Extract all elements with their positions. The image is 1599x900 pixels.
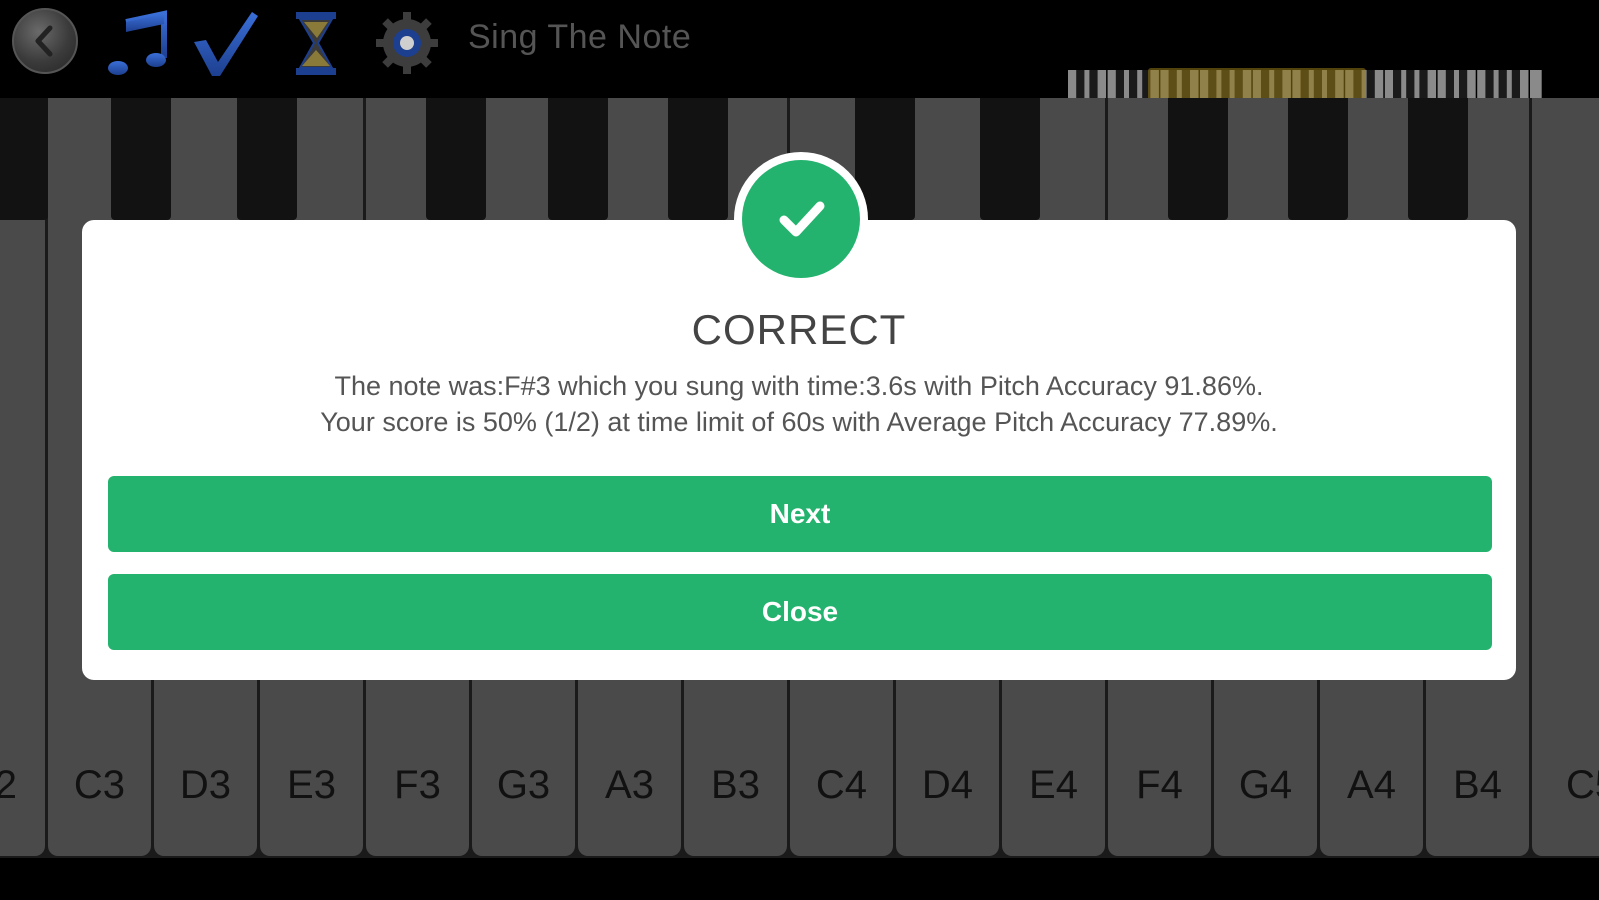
piano-black-key[interactable] [548, 98, 608, 220]
dialog-message-line: Your score is 50% (1/2) at time limit of… [320, 407, 1278, 437]
music-note-icon[interactable] [104, 8, 174, 78]
next-button[interactable]: Next [108, 476, 1492, 552]
back-arrow-icon [35, 25, 53, 57]
piano-black-key[interactable] [0, 98, 48, 220]
piano-black-key[interactable] [980, 98, 1040, 220]
dialog-message-line: The note was:F#3 which you sung with tim… [334, 371, 1264, 401]
piano-black-key[interactable] [1408, 98, 1468, 220]
hourglass-icon[interactable] [286, 8, 356, 78]
piano-black-key[interactable] [237, 98, 297, 220]
key-label: B4 [1453, 763, 1502, 807]
key-label: E4 [1029, 763, 1078, 807]
piano-black-key[interactable] [668, 98, 728, 220]
piano-black-key[interactable] [1168, 98, 1228, 220]
key-label: D3 [179, 763, 232, 807]
key-label: A3 [605, 763, 654, 807]
key-label: C4 [815, 763, 868, 807]
key-label: C3 [73, 763, 126, 807]
bottom-bar [0, 858, 1599, 900]
app-title: Sing The Note [468, 18, 692, 56]
piano-black-key[interactable] [111, 98, 171, 220]
dialog-message: The note was:F#3 which you sung with tim… [82, 368, 1516, 440]
key-label: B3 [711, 763, 760, 807]
piano-black-key[interactable] [426, 98, 486, 220]
back-button[interactable] [12, 8, 78, 74]
key-label: G4 [1238, 763, 1293, 807]
gear-icon[interactable] [372, 8, 442, 78]
key-label: F4 [1136, 763, 1183, 807]
key-label: G3 [496, 763, 551, 807]
checkmark-icon[interactable] [190, 8, 260, 78]
key-label: C5 [1566, 763, 1599, 807]
key-label: 2 [0, 763, 17, 807]
key-label: E3 [287, 763, 336, 807]
close-button[interactable]: Close [108, 574, 1492, 650]
success-badge [734, 152, 868, 286]
piano-black-key[interactable] [1288, 98, 1348, 220]
piano-key[interactable]: C5 [1532, 98, 1599, 856]
key-label: F3 [394, 763, 441, 807]
checkmark-icon [779, 201, 825, 237]
key-label: D4 [921, 763, 974, 807]
dialog-title: CORRECT [691, 306, 907, 353]
key-label: A4 [1347, 763, 1396, 807]
result-dialog: CORRECT The note was:F#3 which you sung … [82, 220, 1516, 680]
